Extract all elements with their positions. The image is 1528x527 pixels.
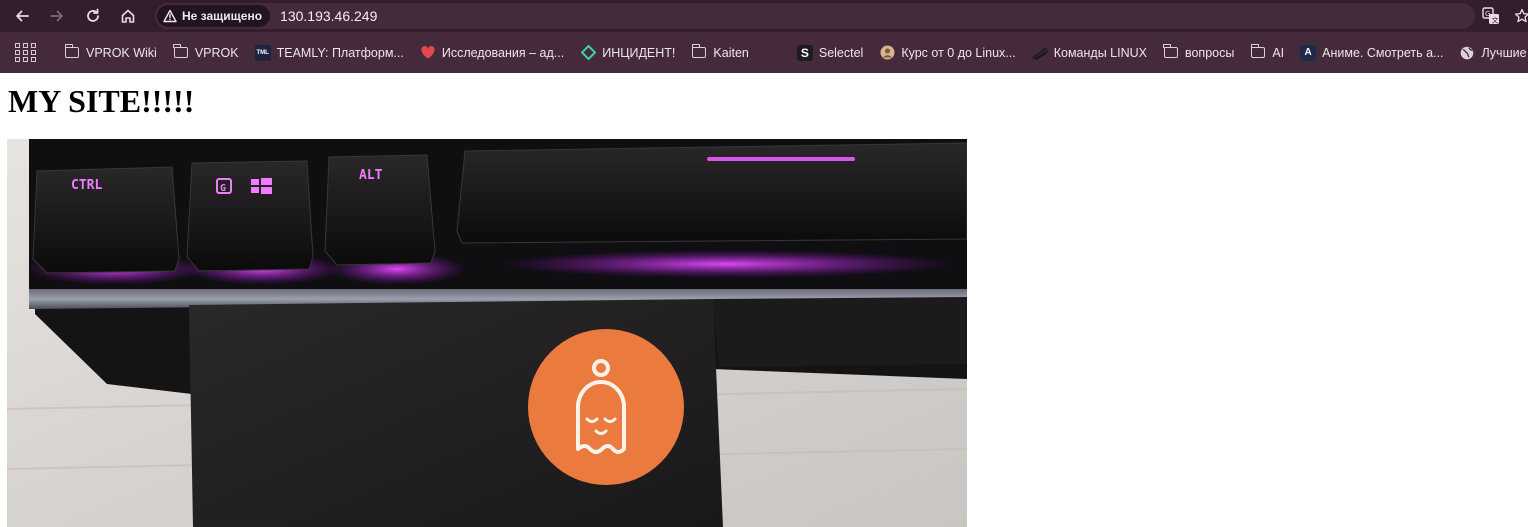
bookmark-ai[interactable]: AI — [1242, 39, 1292, 67]
bookmark-label: ИНЦИДЕНТ! — [602, 45, 676, 60]
bookmark-label: вопросы — [1184, 45, 1235, 60]
forward-button[interactable] — [43, 2, 71, 30]
url-text[interactable]: 130.193.46.249 — [280, 8, 377, 24]
translate-button[interactable]: G文 — [1481, 6, 1501, 26]
bookmark-questions[interactable]: вопросы — [1155, 39, 1242, 67]
browser-toolbar: Не защищено 130.193.46.249 G文 — [0, 0, 1528, 32]
bookmarks-bar: VPROK Wiki VPROK TML TEAMLY: Платформ...… — [0, 32, 1528, 73]
page-heading: MY SITE!!!!! — [8, 83, 195, 119]
bookmark-linux-course[interactable]: Курс от 0 до Linux... — [871, 39, 1023, 67]
avatar-icon — [879, 45, 895, 61]
back-button[interactable] — [8, 2, 36, 30]
bookmark-label: Аниме. Смотреть а... — [1322, 45, 1444, 60]
reload-button[interactable] — [79, 2, 107, 30]
bookmark-linux-commands[interactable]: Команды LINUX — [1024, 39, 1155, 67]
warning-icon — [163, 9, 177, 23]
reload-icon — [87, 8, 99, 22]
arrow-left-icon — [16, 10, 29, 22]
anime-icon: A — [1300, 44, 1317, 61]
folder-icon — [1250, 44, 1266, 61]
spacebar-key — [456, 142, 967, 244]
apps-grid-button[interactable] — [15, 42, 37, 64]
bookmark-selectel[interactable]: S Selectel — [789, 39, 871, 67]
bookmark-label: VPROK Wiki — [86, 45, 157, 60]
bookmark-research[interactable]: Исследования – ад... — [412, 39, 572, 67]
bookmark-kaiten[interactable]: Kaiten — [683, 39, 756, 67]
arrow-right-icon — [50, 10, 63, 22]
alt-keycap-label: ALT — [359, 168, 383, 183]
bookmark-vprok-wiki[interactable]: VPROK Wiki — [56, 39, 165, 67]
bookmark-label: Kaiten — [713, 45, 749, 60]
bookmark-label: Selectel — [818, 45, 864, 60]
alt-key: ALT — [324, 154, 436, 266]
crescent-icon — [765, 45, 781, 61]
bookmark-best-online[interactable]: Лучшие онлай — [1451, 39, 1528, 67]
ghost-sticker-icon — [528, 329, 684, 485]
g-keycap-label: G — [220, 183, 226, 194]
bookmark-label: Команды LINUX — [1053, 45, 1147, 60]
folder-icon — [691, 44, 707, 61]
security-indicator[interactable]: Не защищено — [157, 5, 271, 27]
address-bar[interactable]: Не защищено 130.193.46.249 — [155, 3, 1475, 29]
star-icon — [1514, 8, 1528, 23]
bookmark-label: AI — [1272, 45, 1285, 60]
bookmark-anime[interactable]: A Аниме. Смотреть а... — [1292, 39, 1451, 67]
bookmark-label: VPROK — [194, 45, 239, 60]
bookmark-label: Исследования – ад... — [441, 45, 565, 60]
bookmark-label: TEAMLY: Платформ... — [276, 45, 404, 60]
bookmark-crescent[interactable] — [757, 39, 789, 67]
heart-icon — [420, 45, 436, 61]
folder-icon — [1163, 44, 1179, 61]
selectel-icon: S — [796, 44, 813, 61]
folder-icon — [173, 44, 189, 61]
bookmark-incident[interactable]: ИНЦИДЕНТ! — [572, 39, 683, 67]
globe-icon — [1459, 45, 1475, 61]
bookmark-label: Лучшие онлай — [1481, 45, 1528, 60]
svg-text:文: 文 — [1492, 16, 1499, 25]
bookmark-label: Курс от 0 до Linux... — [901, 45, 1016, 60]
translate-icon: G文 — [1482, 7, 1499, 25]
bookmark-star-button[interactable] — [1512, 6, 1528, 26]
win-key: G — [186, 160, 314, 272]
keyboard-photo: CTRL G ALT — [7, 139, 967, 527]
diamond-icon — [580, 45, 596, 61]
bookmark-vprok[interactable]: VPROK — [165, 39, 247, 67]
security-label: Не защищено — [182, 9, 263, 23]
bookmark-teamly[interactable]: TML TEAMLY: Платформ... — [247, 39, 412, 67]
svg-text:G: G — [1485, 10, 1490, 18]
penguin-icon — [1031, 45, 1048, 61]
home-button[interactable] — [114, 2, 142, 30]
folder-icon — [64, 44, 80, 61]
teamly-icon: TML — [254, 44, 271, 61]
home-icon — [121, 9, 135, 23]
ctrl-key: CTRL — [32, 166, 180, 274]
ctrl-keycap-label: CTRL — [71, 178, 102, 193]
